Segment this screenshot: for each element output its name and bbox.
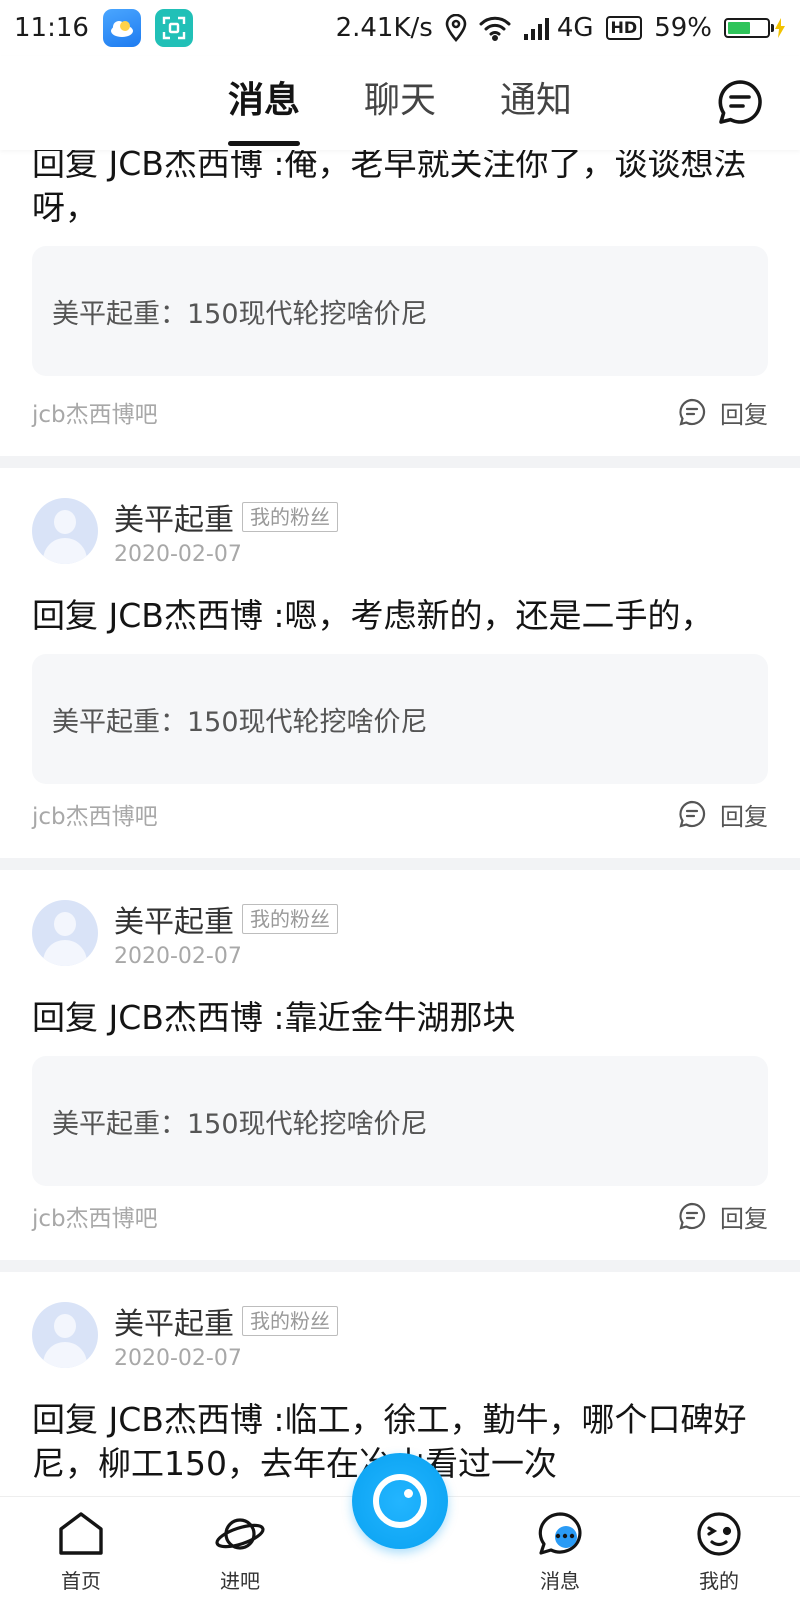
avatar[interactable] bbox=[32, 900, 98, 966]
wifi-icon bbox=[479, 15, 511, 41]
battery-fill bbox=[728, 22, 750, 34]
comment-icon bbox=[679, 1202, 706, 1230]
post-date: 2020-02-07 bbox=[114, 944, 242, 969]
nav-home[interactable]: 首页 bbox=[36, 1511, 126, 1594]
forum-link[interactable]: jcb杰西博吧 bbox=[32, 395, 158, 429]
network-type: 4G bbox=[556, 13, 594, 43]
network-speed: 2.41K/s bbox=[335, 13, 433, 43]
quoted-post[interactable]: 美平起重：150现代轮挖啥价尼 bbox=[32, 246, 768, 376]
bottom-nav: 首页 进吧 消息 我的 bbox=[0, 1453, 800, 1601]
comment-icon bbox=[679, 800, 706, 828]
card-footer: jcb杰西博吧 回复 bbox=[32, 1198, 768, 1234]
tab-notifications[interactable]: 通知 bbox=[500, 56, 572, 150]
reply-label: 回复 bbox=[720, 400, 768, 429]
reply-text[interactable]: 回复 JCB杰西博 :嗯，考虑新的，还是二手的， bbox=[32, 594, 768, 638]
fan-badge: 我的粉丝 bbox=[242, 502, 338, 532]
nav-messages[interactable]: 消息 bbox=[515, 1511, 605, 1594]
message-card: 美平起重 我的粉丝 2020-02-07 回复 JCB杰西博 :靠近金牛湖那块 … bbox=[0, 870, 800, 1260]
charging-bolt-icon bbox=[775, 18, 785, 38]
message-card: 美平起重 我的粉丝 2020-02-07 回复 JCB杰西博 :嗯，考虑新的，还… bbox=[0, 468, 800, 858]
fan-badge: 我的粉丝 bbox=[242, 1306, 338, 1336]
forum-link[interactable]: jcb杰西博吧 bbox=[32, 797, 158, 831]
nav-forums[interactable]: 进吧 bbox=[195, 1511, 285, 1594]
card-header: 美平起重 我的粉丝 2020-02-07 bbox=[32, 1302, 768, 1398]
weather-app-icon bbox=[102, 9, 141, 47]
top-header: 消息 聊天 通知 bbox=[0, 56, 800, 150]
fan-badge: 我的粉丝 bbox=[242, 904, 338, 934]
avatar[interactable] bbox=[32, 1302, 98, 1368]
tab-messages[interactable]: 消息 bbox=[227, 56, 300, 150]
reply-button[interactable]: 回复 bbox=[678, 797, 768, 832]
tab-bar: 消息 聊天 通知 bbox=[0, 56, 800, 150]
reply-button[interactable]: 回复 bbox=[678, 1199, 768, 1234]
nav-profile-label: 我的 bbox=[699, 1569, 739, 1593]
profile-face-icon bbox=[697, 1512, 741, 1556]
username[interactable]: 美平起重 bbox=[114, 495, 234, 539]
location-icon bbox=[445, 14, 467, 42]
post-date: 2020-02-07 bbox=[114, 1346, 242, 1371]
reply-label: 回复 bbox=[720, 802, 768, 831]
planet-icon bbox=[215, 1518, 265, 1550]
nav-forums-label: 进吧 bbox=[220, 1569, 260, 1593]
message-feed[interactable]: 回复 JCB杰西博 :俺，老早就关注你了，谈谈想法呀， 美平起重：150现代轮挖… bbox=[0, 150, 800, 1496]
quoted-post[interactable]: 美平起重：150现代轮挖啥价尼 bbox=[32, 654, 768, 784]
card-footer: jcb杰西博吧 回复 bbox=[32, 394, 768, 430]
signal-icon bbox=[523, 16, 553, 40]
reply-text[interactable]: 回复 JCB杰西博 :靠近金牛湖那块 bbox=[32, 996, 768, 1040]
post-date: 2020-02-07 bbox=[114, 542, 242, 567]
message-bubble-icon[interactable] bbox=[716, 78, 764, 126]
battery-icon bbox=[724, 18, 786, 38]
reply-button[interactable]: 回复 bbox=[678, 395, 768, 430]
reply-label: 回复 bbox=[720, 1204, 768, 1233]
nav-messages-label: 消息 bbox=[540, 1569, 580, 1593]
nav-center-camera-button[interactable] bbox=[352, 1453, 448, 1549]
card-header: 美平起重 我的粉丝 2020-02-07 bbox=[32, 498, 768, 594]
card-header: 美平起重 我的粉丝 2020-02-07 bbox=[32, 900, 768, 996]
scan-app-icon bbox=[154, 9, 193, 47]
username[interactable]: 美平起重 bbox=[114, 1299, 234, 1343]
hd-badge: HD bbox=[605, 16, 643, 40]
forum-link[interactable]: jcb杰西博吧 bbox=[32, 1199, 158, 1233]
avatar[interactable] bbox=[32, 498, 98, 564]
card-footer: jcb杰西博吧 回复 bbox=[32, 796, 768, 832]
battery-percent: 59% bbox=[654, 13, 712, 43]
tab-chat[interactable]: 聊天 bbox=[364, 56, 436, 150]
comment-icon bbox=[679, 398, 706, 426]
status-bar: 11:16 2.41K/s 4G HD 59% bbox=[0, 0, 800, 56]
home-icon bbox=[59, 1512, 103, 1555]
nav-profile[interactable]: 我的 bbox=[674, 1511, 764, 1594]
center-lens-icon bbox=[373, 1474, 427, 1528]
username[interactable]: 美平起重 bbox=[114, 897, 234, 941]
nav-home-label: 首页 bbox=[61, 1569, 101, 1593]
quoted-post[interactable]: 美平起重：150现代轮挖啥价尼 bbox=[32, 1056, 768, 1186]
reply-text[interactable]: 回复 JCB杰西博 :俺，老早就关注你了，谈谈想法呀， bbox=[32, 150, 768, 230]
message-card: 回复 JCB杰西博 :俺，老早就关注你了，谈谈想法呀， 美平起重：150现代轮挖… bbox=[0, 150, 800, 456]
message-icon bbox=[538, 1512, 582, 1555]
status-time: 11:16 bbox=[14, 13, 89, 43]
